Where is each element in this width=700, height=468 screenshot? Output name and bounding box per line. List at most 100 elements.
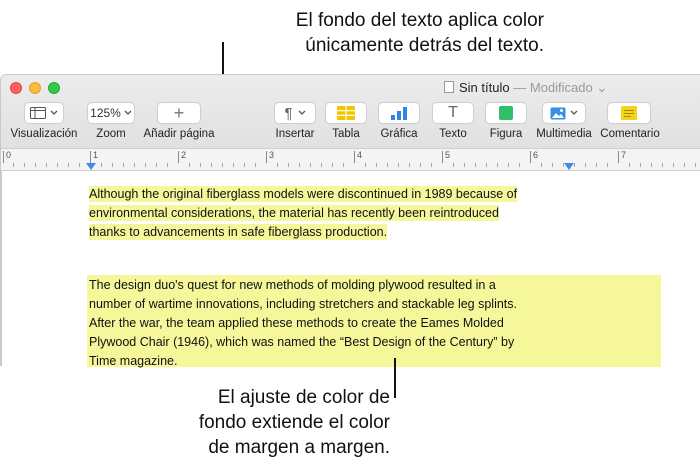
- ruler-minor-tick: [640, 163, 641, 167]
- media-label: Multimedia: [536, 128, 592, 140]
- pilcrow-icon: ¶: [284, 104, 293, 122]
- ruler-minor-tick: [409, 163, 410, 167]
- callout-bottom: El ajuste de color de fondo extiende el …: [168, 385, 390, 460]
- ruler-major-tick: [618, 151, 619, 163]
- document-icon: [444, 81, 454, 93]
- left-indent-marker[interactable]: [86, 163, 96, 170]
- ruler-minor-tick: [288, 163, 289, 167]
- paragraph-line: Plywood Chair (1946), which was named th…: [89, 335, 515, 349]
- right-indent-marker[interactable]: [564, 163, 574, 170]
- ruler-minor-tick: [398, 163, 399, 167]
- ruler-minor-tick: [695, 163, 696, 167]
- ruler-minor-tick: [464, 163, 465, 167]
- zoom-label: Zoom: [96, 128, 126, 140]
- ruler-major-tick: [354, 151, 355, 163]
- highlighted-line: environmental considerations, the materi…: [89, 205, 499, 221]
- zoom-select[interactable]: 125%: [87, 102, 135, 124]
- ruler-minor-tick: [68, 163, 69, 167]
- ruler-major-tick: [3, 151, 4, 163]
- ruler-minor-tick: [684, 163, 685, 167]
- bar-chart-icon: [391, 107, 407, 120]
- chart-label: Gráfica: [380, 128, 418, 140]
- document-left-edge: [1, 171, 2, 366]
- text-label: Texto: [439, 128, 467, 140]
- ruler-minor-tick: [123, 163, 124, 167]
- ruler-minor-tick: [167, 163, 168, 167]
- view-label: Visualización: [10, 128, 78, 140]
- highlighted-line: Although the original fiberglass models …: [89, 186, 518, 202]
- close-window-button[interactable]: [10, 82, 22, 94]
- ruler-minor-tick: [134, 163, 135, 167]
- ruler-minor-tick: [497, 163, 498, 167]
- paragraph-line: After the war, the team applied these me…: [89, 316, 504, 330]
- table-label: Tabla: [332, 128, 360, 140]
- photo-icon: [550, 107, 566, 119]
- minimize-window-button[interactable]: [29, 82, 41, 94]
- ruler-minor-tick: [244, 163, 245, 167]
- callout-top: El fondo del texto aplica color únicamen…: [214, 8, 544, 58]
- add-page-label: Añadir página: [143, 128, 215, 140]
- ruler-major-tick: [442, 151, 443, 163]
- ruler[interactable]: 0 1 2 3 4 5 6 7: [1, 149, 700, 171]
- add-page-button[interactable]: +: [157, 102, 201, 124]
- ruler-minor-tick: [519, 163, 520, 167]
- paragraph-text-background[interactable]: Although the original fiberglass models …: [89, 185, 569, 242]
- ruler-minor-tick: [156, 163, 157, 167]
- ruler-minor-tick: [13, 163, 14, 167]
- document-modified-status: — Modificado: [513, 80, 593, 95]
- ruler-minor-tick: [420, 163, 421, 167]
- ruler-minor-tick: [387, 163, 388, 167]
- ruler-number: 6: [533, 150, 539, 160]
- table-icon: [337, 106, 355, 120]
- ruler-minor-tick: [508, 163, 509, 167]
- ruler-minor-tick: [299, 163, 300, 167]
- ruler-minor-tick: [475, 163, 476, 167]
- ruler-minor-tick: [332, 163, 333, 167]
- ruler-minor-tick: [574, 163, 575, 167]
- ruler-minor-tick: [310, 163, 311, 167]
- callout-bottom-line-3: de margen a margen.: [208, 437, 390, 458]
- titlebar-toolbar: Sin título — Modificado ⌄ Visualización …: [1, 75, 700, 149]
- comment-label: Comentario: [600, 128, 660, 140]
- insert-button[interactable]: ¶: [274, 102, 316, 124]
- ruler-minor-tick: [189, 163, 190, 167]
- ruler-minor-tick: [596, 163, 597, 167]
- paragraph-line: number of wartime innovations, including…: [89, 297, 517, 311]
- view-button[interactable]: [24, 102, 64, 124]
- ruler-minor-tick: [46, 163, 47, 167]
- comment-button[interactable]: [607, 102, 651, 124]
- ruler-major-tick: [90, 151, 91, 163]
- paragraph-margin-background[interactable]: The design duo's quest for new methods o…: [89, 276, 559, 371]
- ruler-minor-tick: [255, 163, 256, 167]
- ruler-number: 0: [6, 150, 12, 160]
- ruler-number: 3: [269, 150, 275, 160]
- paragraph-line: The design duo's quest for new methods o…: [89, 278, 496, 292]
- zoom-value: 125%: [90, 106, 121, 120]
- insert-label: Insertar: [275, 128, 315, 140]
- fullscreen-window-button[interactable]: [48, 82, 60, 94]
- media-button[interactable]: [542, 102, 586, 124]
- chart-button[interactable]: [378, 102, 420, 124]
- chevron-down-icon: [50, 110, 58, 115]
- chevron-down-icon: [570, 110, 578, 115]
- ruler-major-tick: [178, 151, 179, 163]
- sidebar-icon: [30, 107, 46, 119]
- ruler-minor-tick: [431, 163, 432, 167]
- ruler-minor-tick: [321, 163, 322, 167]
- ruler-minor-tick: [35, 163, 36, 167]
- ruler-minor-tick: [211, 163, 212, 167]
- document-title[interactable]: Sin título — Modificado ⌄: [444, 80, 607, 96]
- table-button[interactable]: [325, 102, 367, 124]
- callout-bottom-leader: [394, 358, 396, 398]
- ruler-minor-tick: [552, 163, 553, 167]
- shape-button[interactable]: [485, 102, 527, 124]
- chevron-down-icon: [124, 110, 132, 115]
- text-button[interactable]: T: [432, 102, 474, 124]
- ruler-number: 7: [621, 150, 627, 160]
- ruler-minor-tick: [486, 163, 487, 167]
- ruler-minor-tick: [585, 163, 586, 167]
- comment-icon: [621, 106, 637, 120]
- ruler-minor-tick: [24, 163, 25, 167]
- shape-label: Figura: [489, 128, 523, 140]
- ruler-minor-tick: [200, 163, 201, 167]
